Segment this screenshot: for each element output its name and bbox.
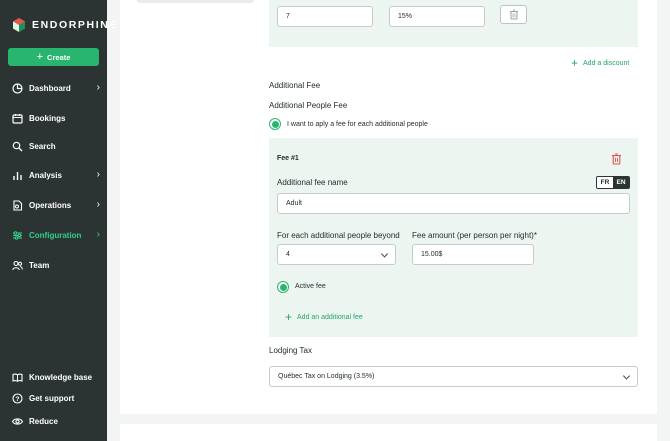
sidebar-item-search[interactable]: Search: [12, 138, 100, 154]
sidebar-item-reduce[interactable]: Reduce: [12, 413, 100, 429]
fee-amount-label: Fee amount (per person per night)*: [412, 231, 537, 240]
logo-icon: [13, 18, 25, 32]
calendar-icon: [12, 113, 23, 124]
delete-discount-button[interactable]: [500, 5, 527, 24]
create-button-label: Create: [47, 52, 71, 62]
next-section-card: [120, 424, 657, 441]
sliders-icon: [12, 230, 23, 241]
trash-icon: [612, 153, 621, 165]
sidebar-item-label: Configuration: [29, 230, 82, 240]
active-fee-label: Active fee: [295, 283, 326, 290]
sidebar-item-label: Search: [29, 141, 56, 151]
active-fee-toggle[interactable]: [277, 281, 289, 293]
users-icon: [12, 260, 23, 271]
chevron-down-icon: [622, 371, 631, 380]
delete-fee-button[interactable]: [611, 152, 622, 170]
sidebar-item-label: Bookings: [29, 113, 66, 123]
chevron-down-icon: [380, 249, 389, 258]
discount-percent-input[interactable]: 15%: [389, 6, 485, 27]
sidebar-item-operations[interactable]: Operations ›: [12, 197, 100, 213]
sidebar-item-label: Reduce: [29, 416, 58, 426]
apply-fee-checkbox[interactable]: [269, 118, 281, 130]
eye-icon: [12, 416, 23, 427]
create-button[interactable]: + Create: [8, 48, 99, 66]
language-toggle[interactable]: FR EN: [596, 176, 630, 189]
fee-amount-input[interactable]: 15.00$: [412, 244, 534, 265]
add-discount-label: Add a discount: [583, 59, 630, 67]
lang-fr-option[interactable]: FR: [597, 177, 613, 188]
plus-icon: +: [285, 310, 293, 324]
sidebar-item-bookings[interactable]: Bookings: [12, 110, 100, 126]
beyond-people-label: For each additional people beyond: [277, 231, 400, 240]
sidebar-item-configuration[interactable]: Configuration ›: [12, 227, 100, 243]
discount-threshold-input[interactable]: 7: [277, 6, 373, 27]
search-icon: [12, 141, 23, 152]
sidebar-item-knowledge-base[interactable]: Knowledge base: [12, 369, 100, 385]
sidebar: ENDORPHINE + Create Dashboard › Bookings…: [0, 0, 116, 441]
chevron-right-icon: ›: [96, 229, 100, 240]
brand-logo[interactable]: ENDORPHINE: [12, 18, 118, 32]
sidebar-item-label: Knowledge base: [29, 372, 93, 382]
lodging-tax-select[interactable]: Québec Tax on Lodging (3.5%): [269, 366, 638, 387]
additional-people-fee-heading: Additional People Fee: [269, 101, 348, 110]
document-icon: [12, 199, 23, 211]
sidebar-item-team[interactable]: Team: [12, 257, 100, 273]
chevron-right-icon: ›: [96, 82, 100, 93]
apply-fee-checkbox-label: I want to aply a fee for each additional…: [287, 121, 428, 128]
sidebar-item-label: Analysis: [29, 170, 62, 180]
chevron-right-icon: ›: [96, 199, 100, 210]
pie-chart-icon: [12, 82, 23, 94]
svg-text:?: ?: [16, 396, 20, 403]
bar-chart-icon: [12, 170, 23, 181]
plus-icon: +: [36, 50, 44, 63]
dropdown-shadow: [137, 0, 254, 3]
chevron-right-icon: ›: [96, 169, 100, 180]
fee-name-label: Additional fee name: [277, 178, 348, 187]
lodging-tax-value: Québec Tax on Lodging (3.5%): [278, 373, 375, 380]
beyond-people-value: 4: [286, 251, 290, 258]
book-icon: [12, 372, 23, 383]
brand-name: ENDORPHINE: [32, 19, 119, 31]
sidebar-item-dashboard[interactable]: Dashboard ›: [12, 80, 100, 96]
help-icon: ?: [12, 392, 23, 404]
sidebar-item-analysis[interactable]: Analysis ›: [12, 167, 100, 183]
fee-title: Fee #1: [277, 155, 299, 162]
lodging-tax-label: Lodging Tax: [269, 346, 312, 355]
sidebar-item-label: Operations: [29, 200, 72, 210]
add-additional-fee-link[interactable]: + Add an additional fee: [285, 311, 363, 323]
plus-icon: +: [571, 56, 579, 70]
sidebar-item-label: Team: [29, 260, 50, 270]
sidebar-item-label: Dashboard: [29, 83, 71, 93]
lang-en-option[interactable]: EN: [613, 177, 629, 188]
trash-icon: [509, 9, 518, 20]
add-discount-link[interactable]: + Add a discount: [571, 57, 629, 69]
sidebar-item-label: Get support: [29, 393, 75, 403]
additional-fee-heading: Additional Fee: [269, 81, 321, 90]
sidebar-item-get-support[interactable]: ? Get support: [12, 390, 100, 406]
fee-name-input[interactable]: Adult: [277, 193, 630, 214]
beyond-people-select[interactable]: 4: [277, 244, 396, 265]
add-additional-fee-label: Add an additional fee: [297, 313, 363, 321]
